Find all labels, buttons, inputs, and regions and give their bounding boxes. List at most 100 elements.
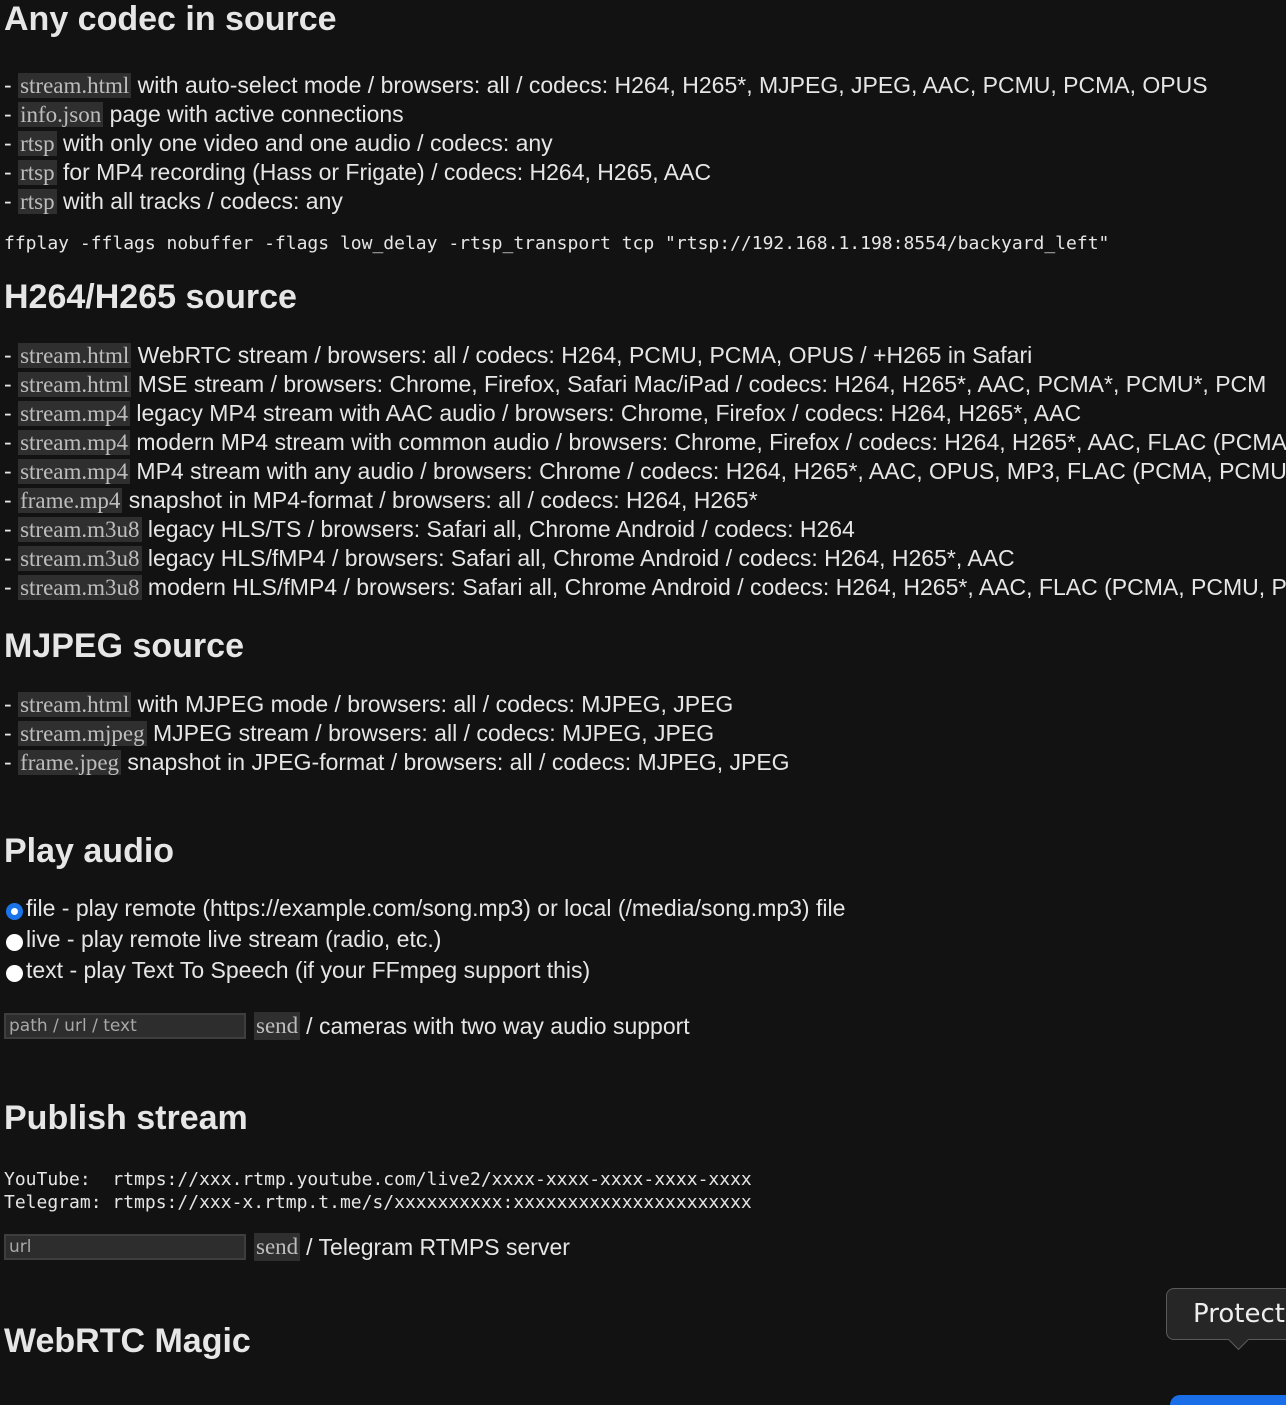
item-description: MSE stream / browsers: Chrome, Firefox, … bbox=[131, 371, 1267, 397]
publish-examples: YouTube: rtmps://xxx.rtmp.youtube.com/li… bbox=[4, 1169, 752, 1213]
play-audio-note: / cameras with two way audio support bbox=[306, 1012, 690, 1039]
play-audio-send-button[interactable]: send bbox=[254, 1012, 301, 1040]
section-title-play-audio: Play audio bbox=[4, 832, 175, 870]
bullet: - bbox=[4, 574, 19, 600]
link-info-json[interactable]: info.json bbox=[18, 102, 104, 127]
list-item: - info.json page with active connections bbox=[4, 100, 1286, 129]
section-title-any-codec: Any codec in source bbox=[4, 0, 337, 38]
radio-file[interactable] bbox=[6, 903, 23, 920]
item-description: MJPEG stream / browsers: all / codecs: M… bbox=[146, 720, 715, 746]
publish-form: send / Telegram RTMPS server bbox=[4, 1233, 1286, 1261]
link-frame-jpeg[interactable]: frame.jpeg bbox=[18, 750, 122, 775]
link-rtsp[interactable]: rtsp bbox=[18, 131, 57, 156]
item-description: modern HLS/fMP4 / browsers: Safari all, … bbox=[141, 574, 1286, 600]
bullet: - bbox=[4, 429, 19, 455]
item-description: legacy HLS/TS / browsers: Safari all, Ch… bbox=[141, 516, 855, 542]
radio-text[interactable] bbox=[6, 965, 23, 982]
item-description: snapshot in JPEG-format / browsers: all … bbox=[121, 749, 790, 775]
bullet: - bbox=[4, 159, 19, 185]
item-description: with MJPEG mode / browsers: all / codecs… bbox=[131, 691, 734, 717]
bullet: - bbox=[4, 72, 19, 98]
ffplay-command: ffplay -fflags nobuffer -flags low_delay… bbox=[4, 233, 1110, 254]
section-title-mjpeg: MJPEG source bbox=[4, 627, 244, 665]
item-description: with only one video and one audio / code… bbox=[56, 130, 553, 156]
link-stream-mjpeg[interactable]: stream.mjpeg bbox=[18, 721, 147, 746]
list-item: - stream.mjpeg MJPEG stream / browsers: … bbox=[4, 719, 1286, 748]
list-item: - stream.mp4 modern MP4 stream with comm… bbox=[4, 428, 1286, 457]
audio-option-text[interactable]: text - play Text To Speech (if your FFmp… bbox=[4, 955, 1286, 986]
list-item: - stream.html with MJPEG mode / browsers… bbox=[4, 690, 1286, 719]
bullet: - bbox=[4, 400, 19, 426]
section-title-h264: H264/H265 source bbox=[4, 278, 297, 316]
link-rtsp[interactable]: rtsp bbox=[18, 160, 57, 185]
protect-tooltip-text: Protect bbox=[1193, 1299, 1285, 1329]
h264-list: - stream.html WebRTC stream / browsers: … bbox=[4, 341, 1286, 602]
item-description: with auto-select mode / browsers: all / … bbox=[131, 72, 1208, 98]
bullet: - bbox=[4, 749, 19, 775]
list-item: - frame.mp4 snapshot in MP4-format / bro… bbox=[4, 486, 1286, 515]
list-item: - stream.m3u8 legacy HLS/fMP4 / browsers… bbox=[4, 544, 1286, 573]
bullet: - bbox=[4, 101, 19, 127]
list-item: - stream.m3u8 legacy HLS/TS / browsers: … bbox=[4, 515, 1286, 544]
link-stream-html[interactable]: stream.html bbox=[18, 73, 132, 98]
list-item: - stream.html with auto-select mode / br… bbox=[4, 71, 1286, 100]
link-stream-html[interactable]: stream.html bbox=[18, 692, 132, 717]
publish-note: / Telegram RTMPS server bbox=[306, 1233, 570, 1260]
protect-tooltip: Protect bbox=[1166, 1288, 1286, 1340]
radio-live[interactable] bbox=[6, 934, 23, 951]
list-item: - frame.jpeg snapshot in JPEG-format / b… bbox=[4, 748, 1286, 777]
list-item: - stream.html WebRTC stream / browsers: … bbox=[4, 341, 1286, 370]
link-stream-html[interactable]: stream.html bbox=[18, 343, 132, 368]
section-title-publish: Publish stream bbox=[4, 1099, 248, 1137]
audio-option-live-label: live - play remote live stream (radio, e… bbox=[26, 926, 442, 952]
item-description: WebRTC stream / browsers: all / codecs: … bbox=[131, 342, 1033, 368]
bullet: - bbox=[4, 371, 19, 397]
any-codec-list: - stream.html with auto-select mode / br… bbox=[4, 71, 1286, 216]
bullet: - bbox=[4, 188, 19, 214]
section-title-webrtc-magic: WebRTC Magic bbox=[4, 1322, 251, 1360]
bullet: - bbox=[4, 487, 19, 513]
audio-mode-options: file - play remote (https://example.com/… bbox=[4, 893, 1286, 986]
publish-url-input[interactable] bbox=[4, 1234, 246, 1260]
link-stream-mp4[interactable]: stream.mp4 bbox=[18, 459, 131, 484]
item-description: with all tracks / codecs: any bbox=[56, 188, 343, 214]
blue-button-edge[interactable] bbox=[1170, 1395, 1286, 1405]
page: Any codec in source - stream.html with a… bbox=[0, 0, 1286, 1361]
link-stream-m3u8[interactable]: stream.m3u8 bbox=[18, 575, 142, 600]
list-item: - stream.mp4 legacy MP4 stream with AAC … bbox=[4, 399, 1286, 428]
item-description: for MP4 recording (Hass or Frigate) / co… bbox=[56, 159, 712, 185]
list-item: - stream.mp4 MP4 stream with any audio /… bbox=[4, 457, 1286, 486]
audio-source-input[interactable] bbox=[4, 1013, 246, 1039]
bullet: - bbox=[4, 130, 19, 156]
list-item: - stream.m3u8 modern HLS/fMP4 / browsers… bbox=[4, 573, 1286, 602]
bullet: - bbox=[4, 691, 19, 717]
item-description: legacy HLS/fMP4 / browsers: Safari all, … bbox=[141, 545, 1015, 571]
bullet: - bbox=[4, 342, 19, 368]
item-description: legacy MP4 stream with AAC audio / brows… bbox=[130, 400, 1082, 426]
link-stream-m3u8[interactable]: stream.m3u8 bbox=[18, 517, 142, 542]
audio-option-live[interactable]: live - play remote live stream (radio, e… bbox=[4, 924, 1286, 955]
bullet: - bbox=[4, 720, 19, 746]
link-stream-mp4[interactable]: stream.mp4 bbox=[18, 401, 131, 426]
play-audio-form: send / cameras with two way audio suppor… bbox=[4, 1012, 1286, 1040]
link-rtsp[interactable]: rtsp bbox=[18, 189, 57, 214]
list-item: - rtsp with only one video and one audio… bbox=[4, 129, 1286, 158]
item-description: modern MP4 stream with common audio / br… bbox=[136, 429, 1286, 455]
list-item: - rtsp for MP4 recording (Hass or Frigat… bbox=[4, 158, 1286, 187]
publish-send-button[interactable]: send bbox=[254, 1233, 301, 1261]
mjpeg-list: - stream.html with MJPEG mode / browsers… bbox=[4, 690, 1286, 777]
bullet: - bbox=[4, 545, 19, 571]
audio-option-file[interactable]: file - play remote (https://example.com/… bbox=[4, 893, 1286, 924]
link-frame-mp4[interactable]: frame.mp4 bbox=[18, 488, 123, 513]
audio-option-file-label: file - play remote (https://example.com/… bbox=[26, 895, 846, 921]
link-stream-html[interactable]: stream.html bbox=[18, 372, 132, 397]
bullet: - bbox=[4, 458, 19, 484]
list-item: - stream.html MSE stream / browsers: Chr… bbox=[4, 370, 1286, 399]
item-description: MP4 stream with any audio / browsers: Ch… bbox=[130, 458, 1286, 484]
link-stream-mp4[interactable]: stream.mp4 bbox=[18, 430, 131, 455]
list-item: - rtsp with all tracks / codecs: any bbox=[4, 187, 1286, 216]
link-stream-m3u8[interactable]: stream.m3u8 bbox=[18, 546, 142, 571]
item-description: page with active connections bbox=[103, 101, 404, 127]
bullet: - bbox=[4, 516, 19, 542]
audio-option-text-label: text - play Text To Speech (if your FFmp… bbox=[26, 957, 591, 983]
